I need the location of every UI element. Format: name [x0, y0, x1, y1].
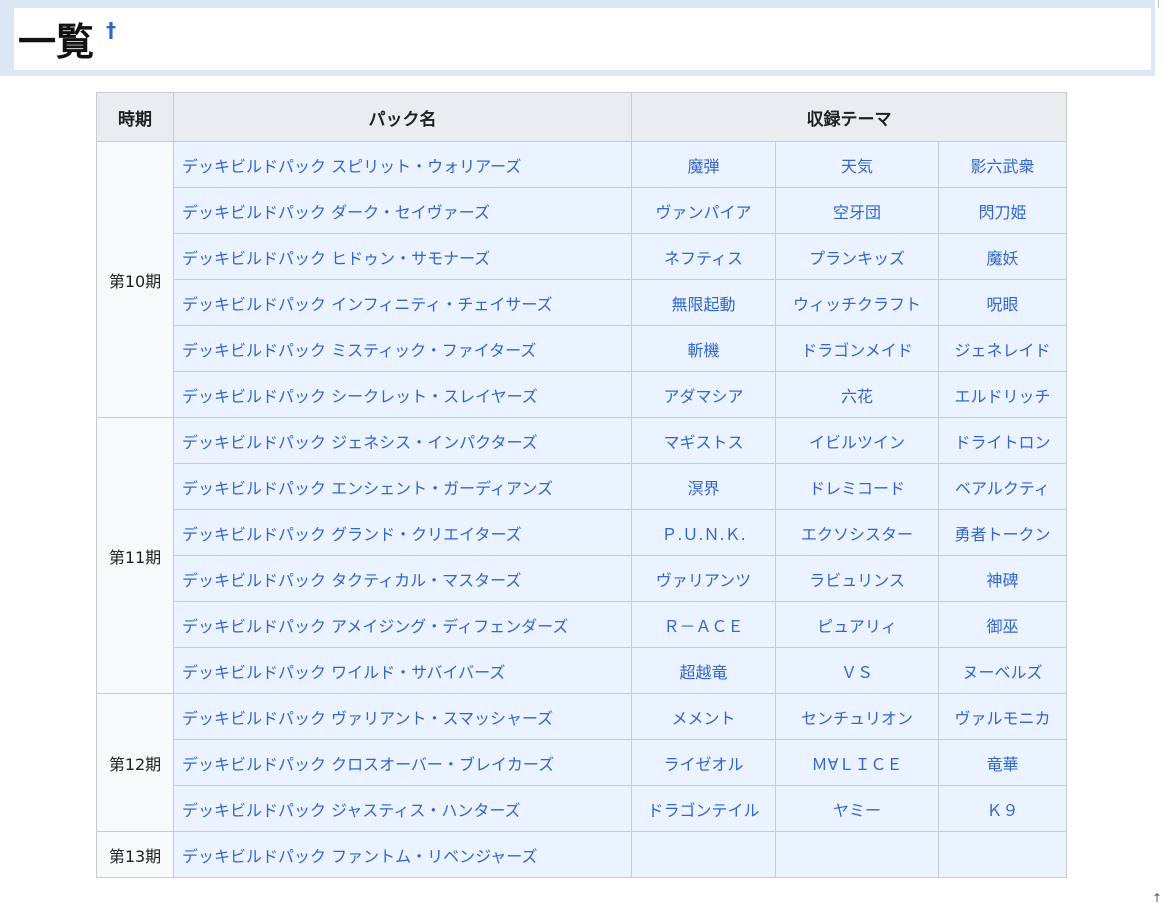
- theme-link[interactable]: ベアルクティ: [938, 463, 1067, 510]
- table-row: デッキビルドパック ヒドゥン・サモナーズ ネフティス プランキッズ 魔妖: [97, 233, 1067, 280]
- theme-link[interactable]: 閃刀姫: [938, 187, 1067, 234]
- table-row: 第10期 デッキビルドパック スピリット・ウォリアーズ 魔弾 天気 影六武衆: [96, 141, 1067, 418]
- table-row: デッキビルドパック タクティカル・マスターズ ヴァリアンツ ラビュリンス 神碑: [97, 555, 1067, 602]
- section-edit-link[interactable]: †: [106, 18, 116, 42]
- theme-link[interactable]: Ｍ∀ＬＩＣＥ: [775, 739, 939, 786]
- theme-link[interactable]: 六花: [775, 371, 939, 418]
- pack-name-link[interactable]: デッキビルドパック スピリット・ウォリアーズ: [173, 141, 632, 188]
- table-header-row: 時期 パック名 収録テーマ: [96, 92, 1067, 142]
- section-title: 一覧: [18, 20, 95, 64]
- table-row: 第13期 デッキビルドパック ファントム・リベンジャーズ: [96, 831, 1067, 878]
- theme-link[interactable]: ドレミコード: [775, 463, 939, 510]
- table-row: デッキビルドパック ミスティック・ファイターズ 斬機 ドラゴンメイド ジェネレイド: [97, 325, 1067, 372]
- table-row: デッキビルドパック ダーク・セイヴァーズ ヴァンパイア 空牙団 閃刀姫: [97, 187, 1067, 234]
- pack-name-link[interactable]: デッキビルドパック ジェネシス・インパクターズ: [173, 417, 632, 464]
- pack-name-link[interactable]: デッキビルドパック クロスオーバー・ブレイカーズ: [173, 739, 632, 786]
- table-row: 第11期 デッキビルドパック ジェネシス・インパクターズ マギストス イビルツイン ドラ…: [96, 417, 1067, 694]
- empty-theme-cell: [631, 831, 776, 878]
- header-pack-name: パック名: [173, 92, 632, 142]
- theme-link[interactable]: 魔妖: [938, 233, 1067, 280]
- theme-link[interactable]: ドラゴンテイル: [631, 785, 776, 832]
- empty-theme-cell: [938, 831, 1067, 878]
- theme-link[interactable]: 勇者トークン: [938, 509, 1067, 556]
- theme-link[interactable]: アダマシア: [631, 371, 776, 418]
- theme-link[interactable]: ジェネレイド: [938, 325, 1067, 372]
- section-heading-inner: 一覧 †: [14, 8, 1151, 70]
- pack-name-link[interactable]: デッキビルドパック ヴァリアント・スマッシャーズ: [173, 693, 632, 740]
- theme-link[interactable]: 無限起動: [631, 279, 776, 326]
- theme-link[interactable]: メメント: [631, 693, 776, 740]
- theme-link[interactable]: ＶＳ: [775, 647, 939, 694]
- table-row: デッキビルドパック ワイルド・サバイバーズ 超越竜 ＶＳ ヌーベルズ: [97, 647, 1067, 694]
- theme-link[interactable]: イビルツイン: [775, 417, 939, 464]
- deck-build-pack-table: 時期 パック名 収録テーマ 第10期 デッキビルドパック スピリット・ウォリアーズ…: [96, 92, 1067, 878]
- table-row: デッキビルドパック インフィニティ・チェイサーズ 無限起動 ウィッチクラフト 呪眼: [97, 279, 1067, 326]
- pack-name-link[interactable]: デッキビルドパック ヒドゥン・サモナーズ: [173, 233, 632, 280]
- theme-link[interactable]: 影六武衆: [938, 141, 1067, 188]
- table-row: デッキビルドパック アメイジング・ディフェンダーズ Ｒ－ＡＣＥ ピュアリィ 御巫: [97, 601, 1067, 648]
- theme-link[interactable]: エクソシスター: [775, 509, 939, 556]
- theme-link[interactable]: センチュリオン: [775, 693, 939, 740]
- top-edge-mark: [1158, 0, 1159, 8]
- theme-link[interactable]: ピュアリィ: [775, 601, 939, 648]
- theme-link[interactable]: 空牙団: [775, 187, 939, 234]
- period-cell: 第13期: [96, 831, 174, 878]
- theme-link[interactable]: 溟界: [631, 463, 776, 510]
- theme-link[interactable]: 超越竜: [631, 647, 776, 694]
- pack-name-link[interactable]: デッキビルドパック グランド・クリエイターズ: [173, 509, 632, 556]
- period-cell: 第12期: [96, 693, 174, 832]
- table-row: デッキビルドパック エンシェント・ガーディアンズ 溟界 ドレミコード ベアルクティ: [97, 463, 1067, 510]
- pack-name-link[interactable]: デッキビルドパック ワイルド・サバイバーズ: [173, 647, 632, 694]
- pack-name-link[interactable]: デッキビルドパック シークレット・スレイヤーズ: [173, 371, 632, 418]
- pack-name-link[interactable]: デッキビルドパック インフィニティ・チェイサーズ: [173, 279, 632, 326]
- section-heading: 一覧 †: [0, 0, 1155, 76]
- theme-link[interactable]: ヴァリアンツ: [631, 555, 776, 602]
- table-row: 第12期 デッキビルドパック ヴァリアント・スマッシャーズ メメント センチュリオンヴ…: [96, 693, 1067, 832]
- theme-link[interactable]: 魔弾: [631, 141, 776, 188]
- table-row: デッキビルドパック ジャスティス・ハンターズ ドラゴンテイル ヤミー Ｋ９: [97, 785, 1067, 832]
- pack-name-link[interactable]: デッキビルドパック タクティカル・マスターズ: [173, 555, 632, 602]
- table-row: デッキビルドパック グランド・クリエイターズ Ｐ.Ｕ.Ｎ.Ｋ. エクソシスター 勇者ト…: [97, 509, 1067, 556]
- pack-name-link[interactable]: デッキビルドパック アメイジング・ディフェンダーズ: [173, 601, 632, 648]
- theme-link[interactable]: 呪眼: [938, 279, 1067, 326]
- table-body: 第10期 デッキビルドパック スピリット・ウォリアーズ 魔弾 天気 影六武衆 デッキビルド…: [96, 141, 1067, 878]
- pack-name-link[interactable]: デッキビルドパック ジャスティス・ハンターズ: [173, 785, 632, 832]
- theme-link[interactable]: 竜華: [938, 739, 1067, 786]
- theme-link[interactable]: Ｋ９: [938, 785, 1067, 832]
- period-cell: 第11期: [96, 417, 174, 694]
- table-row: デッキビルドパック クロスオーバー・ブレイカーズ ライゼオル Ｍ∀ＬＩＣＥ 竜華: [97, 739, 1067, 786]
- theme-link[interactable]: プランキッズ: [775, 233, 939, 280]
- theme-link[interactable]: ヌーベルズ: [938, 647, 1067, 694]
- theme-link[interactable]: マギストス: [631, 417, 776, 464]
- pack-name-link[interactable]: デッキビルドパック ファントム・リベンジャーズ: [173, 831, 632, 878]
- theme-link[interactable]: ライゼオル: [631, 739, 776, 786]
- pack-name-link[interactable]: デッキビルドパック エンシェント・ガーディアンズ: [173, 463, 632, 510]
- theme-link[interactable]: ヴァンパイア: [631, 187, 776, 234]
- theme-link[interactable]: 御巫: [938, 601, 1067, 648]
- theme-link[interactable]: 斬機: [631, 325, 776, 372]
- theme-link[interactable]: ヤミー: [775, 785, 939, 832]
- theme-link[interactable]: ドラゴンメイド: [775, 325, 939, 372]
- theme-link[interactable]: Ｐ.Ｕ.Ｎ.Ｋ.: [631, 509, 776, 556]
- table-row: デッキビルドパック シークレット・スレイヤーズ アダマシア 六花 エルドリッチ: [97, 371, 1067, 418]
- theme-link[interactable]: ヴァルモニカ: [938, 693, 1067, 740]
- period-cell: 第10期: [96, 141, 174, 418]
- header-themes: 収録テーマ: [631, 92, 1067, 142]
- pack-name-link[interactable]: デッキビルドパック ミスティック・ファイターズ: [173, 325, 632, 372]
- header-period: 時期: [96, 92, 174, 142]
- theme-link[interactable]: 神碑: [938, 555, 1067, 602]
- theme-link[interactable]: Ｒ－ＡＣＥ: [631, 601, 776, 648]
- back-to-top-link[interactable]: ↑: [1152, 891, 1162, 905]
- theme-link[interactable]: エルドリッチ: [938, 371, 1067, 418]
- theme-link[interactable]: ラビュリンス: [775, 555, 939, 602]
- theme-link[interactable]: ドライトロン: [938, 417, 1067, 464]
- theme-link[interactable]: 天気: [775, 141, 939, 188]
- pack-name-link[interactable]: デッキビルドパック ダーク・セイヴァーズ: [173, 187, 632, 234]
- theme-link[interactable]: ウィッチクラフト: [775, 279, 939, 326]
- theme-link[interactable]: ネフティス: [631, 233, 776, 280]
- empty-theme-cell: [775, 831, 939, 878]
